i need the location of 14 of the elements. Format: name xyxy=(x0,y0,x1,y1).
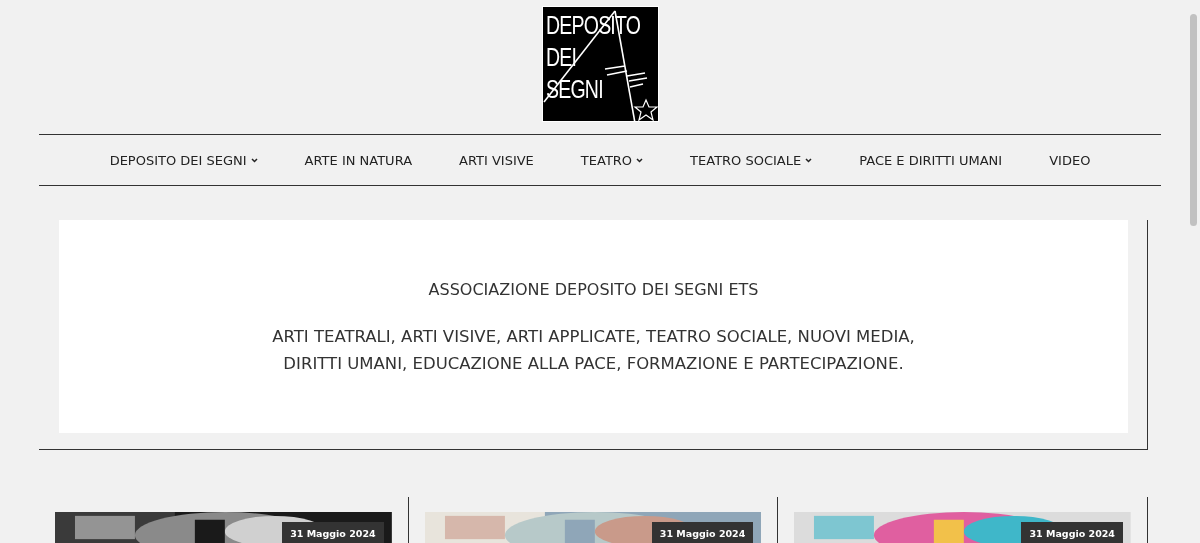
scrollbar-thumb[interactable] xyxy=(1190,14,1197,226)
logo-text: DEI xyxy=(545,44,577,70)
date-badge: 31 Maggio 2024 xyxy=(282,522,384,543)
date-badge: 31 Maggio 2024 xyxy=(1021,522,1123,543)
nav-link[interactable]: ARTE IN NATURA xyxy=(281,152,436,168)
association-title: ASSOCIAZIONE DEPOSITO DEI SEGNI ETS xyxy=(428,280,759,299)
nav-link[interactable]: DEPOSITO DEI SEGNI xyxy=(86,152,282,168)
nav-link[interactable]: VIDEO xyxy=(1025,152,1114,168)
nav-link[interactable]: TEATRO SOCIALE xyxy=(666,152,836,168)
nav-link[interactable]: PACE E DIRITTI UMANI xyxy=(835,152,1026,168)
date-badge: 31 Maggio 2024 xyxy=(651,522,754,543)
intro-text: ARTI TEATRALI, ARTI VISIVE, ARTI APPLICATE, TEATRO SOCIALE, NUOVI MEDIA, DIRITTI UMANI, EDUCAZIONE ALLA PACE, FORMAZIONE E PARTECIPAZIONE. xyxy=(272,326,915,375)
nav-link[interactable]: TEATRO xyxy=(557,152,667,168)
nav-link[interactable]: ARTI VISIVE xyxy=(435,152,558,168)
